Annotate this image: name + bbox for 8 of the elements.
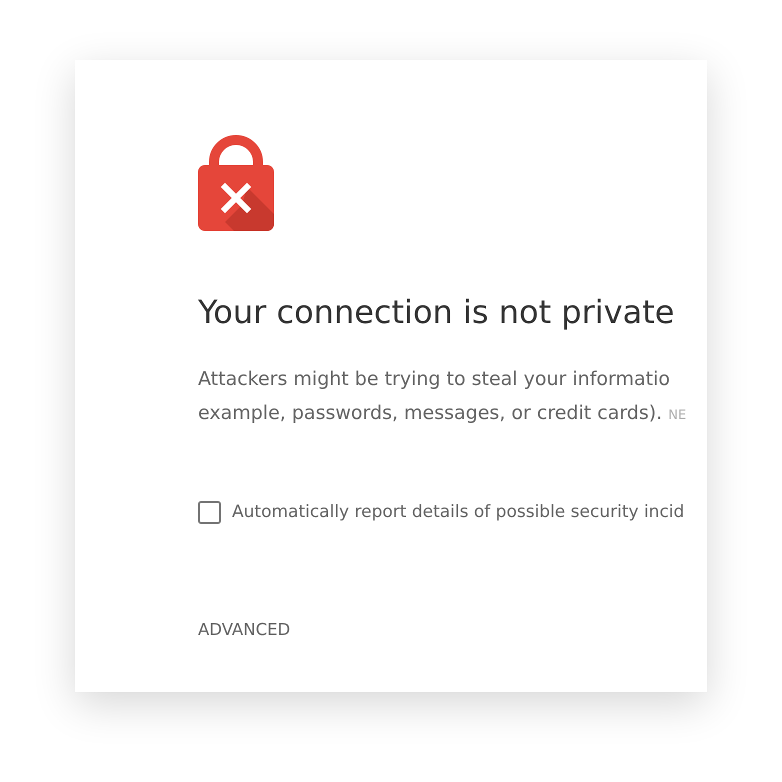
checkbox-label: Automatically report details of possible security incid (232, 502, 684, 522)
report-checkbox[interactable] (198, 500, 221, 524)
page-heading: Your connection is not private (198, 293, 674, 331)
padlock-error-icon (198, 135, 274, 231)
warning-text: example, passwords, messages, or credit cards). (198, 402, 662, 424)
advanced-link[interactable]: ADVANCED (198, 620, 290, 640)
error-code: NE (668, 408, 686, 423)
warning-text: Attackers might be trying to steal your informatio (198, 367, 670, 392)
